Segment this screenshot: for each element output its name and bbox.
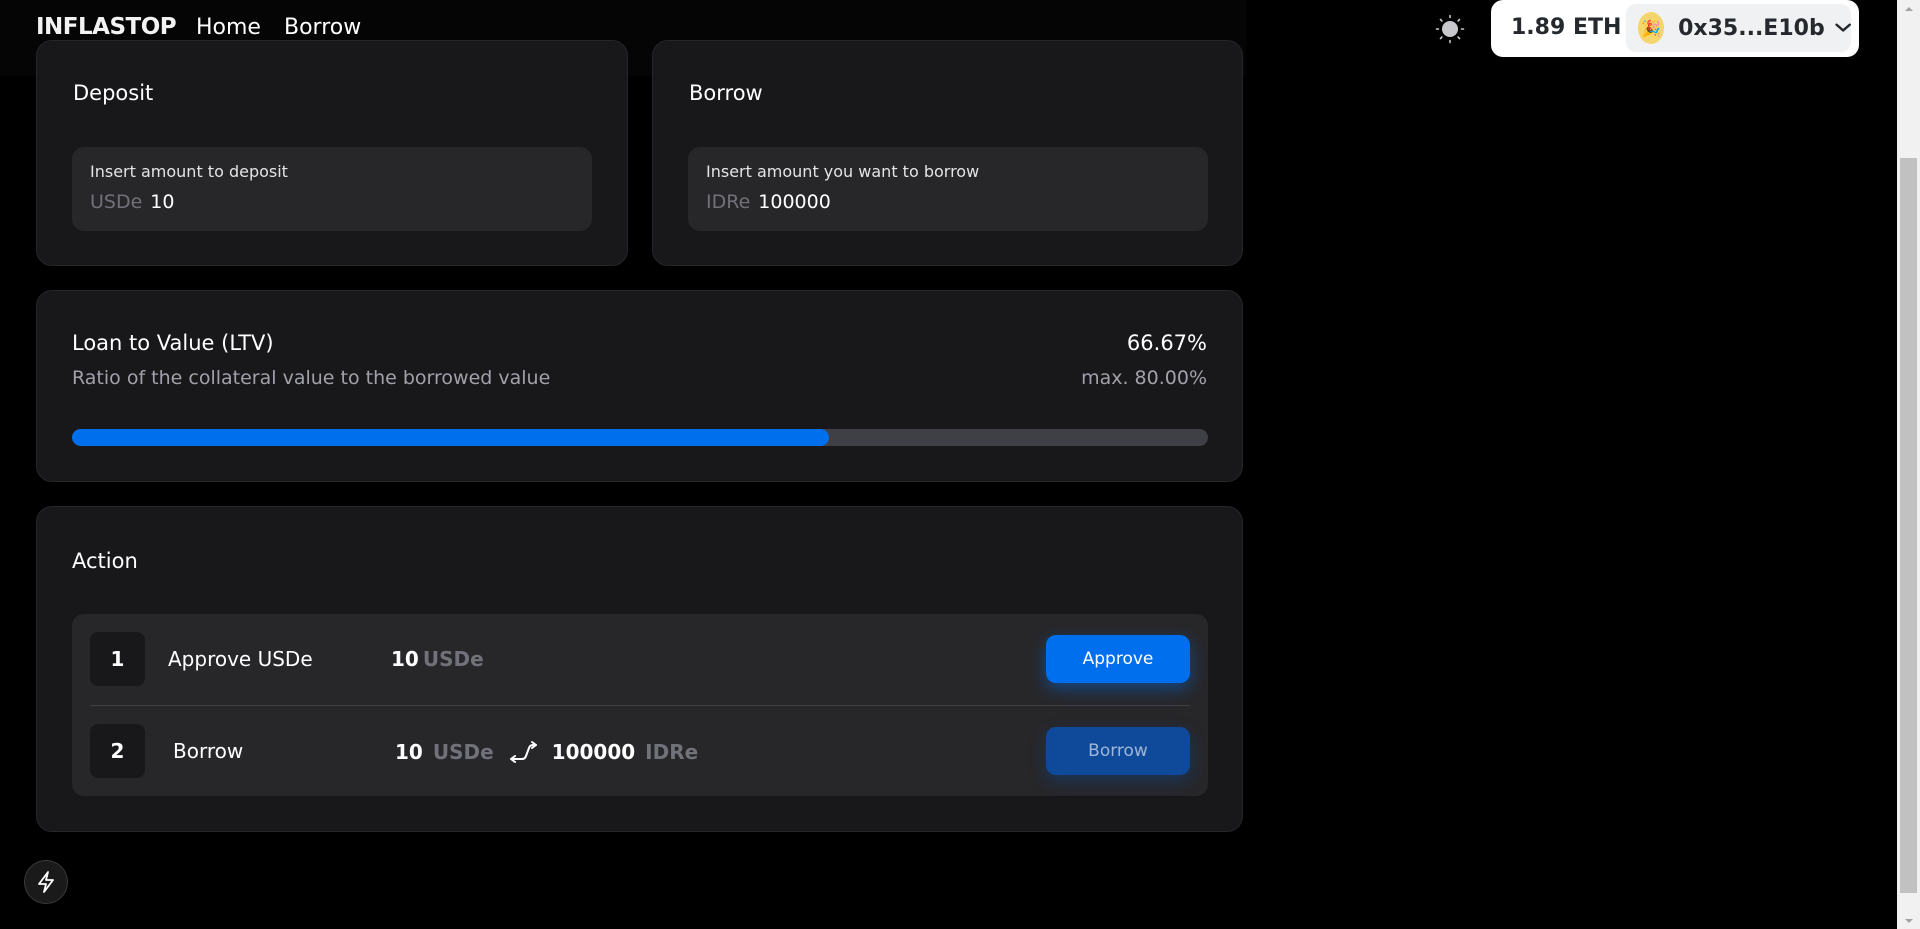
wallet-address: 0x35...E10b (1678, 15, 1825, 41)
step-label: Borrow (173, 739, 244, 763)
scroll-up-arrow[interactable] (1897, 0, 1920, 17)
scroll-down-arrow[interactable] (1897, 912, 1920, 929)
deposit-unit: USDe (90, 191, 143, 213)
ltv-value: 66.67% (1126, 331, 1207, 355)
deposit-amount-field[interactable]: 10 (150, 191, 174, 213)
wallet-balance[interactable]: 1.89 ETH (1511, 15, 1621, 40)
scroll-thumb[interactable] (1900, 158, 1917, 893)
sun-icon (1435, 14, 1465, 44)
deposit-input-label: Insert amount to deposit (90, 162, 288, 181)
action-card: Action 1 Approve USDe 10 USDe Approve 2 … (36, 506, 1243, 832)
borrow-to-amount: 100000 (551, 740, 636, 764)
borrow-from-amount: 10 (395, 740, 423, 764)
brand-logo[interactable]: INFLASTOP (36, 14, 177, 40)
approve-unit: USDe (422, 647, 484, 671)
ltv-progress-bar (72, 429, 1208, 446)
ltv-title: Loan to Value (LTV) (72, 331, 274, 355)
chevron-down-icon (1835, 23, 1851, 32)
action-title: Action (72, 549, 138, 573)
approve-button[interactable]: Approve (1046, 635, 1190, 683)
ltv-card: Loan to Value (LTV) Ratio of the collate… (36, 290, 1243, 482)
borrow-unit: IDRe (706, 191, 751, 213)
nav-link-home[interactable]: Home (196, 15, 261, 40)
borrow-card: Borrow Insert amount you want to borrow … (652, 40, 1243, 266)
deposit-title: Deposit (73, 81, 154, 105)
step-amount: 10 USDe (391, 647, 484, 671)
bolt-icon (38, 871, 54, 893)
approve-amount: 10 (391, 647, 419, 671)
nav-link-borrow[interactable]: Borrow (284, 15, 361, 40)
borrow-title: Borrow (689, 81, 763, 105)
step-number: 2 (90, 724, 145, 778)
deposit-input-box[interactable]: Insert amount to deposit USDe 10 (72, 147, 592, 231)
step-label: Approve USDe (168, 647, 313, 671)
wallet-widget: 1.89 ETH 🎉 0x35...E10b (1491, 0, 1859, 57)
ltv-subtitle: Ratio of the collateral value to the bor… (72, 367, 551, 389)
borrow-input-label: Insert amount you want to borrow (706, 162, 980, 181)
ltv-progress-fill (72, 429, 830, 446)
action-steps-list: 1 Approve USDe 10 USDe Approve 2 Borrow … (72, 614, 1208, 796)
borrow-amount-field[interactable]: 100000 (758, 191, 831, 213)
deposit-card: Deposit Insert amount to deposit USDe 10 (36, 40, 628, 266)
avatar: 🎉 (1638, 12, 1665, 44)
theme-toggle-button[interactable] (1434, 13, 1466, 45)
borrow-button[interactable]: Borrow (1046, 727, 1190, 775)
step-swap-amounts: 10 USDe 100000 IDRe (395, 739, 698, 765)
borrow-input-box[interactable]: Insert amount you want to borrow IDRe 10… (688, 147, 1208, 231)
borrow-from-unit: USDe (432, 740, 494, 764)
step-number: 1 (90, 632, 145, 686)
page-scrollbar[interactable] (1897, 0, 1920, 929)
step-borrow: 2 Borrow 10 USDe 100000 IDRe Borrow (72, 706, 1208, 796)
swap-icon (508, 739, 538, 765)
wallet-account-button[interactable]: 🎉 0x35...E10b (1626, 4, 1851, 52)
step-approve: 1 Approve USDe 10 USDe Approve (72, 614, 1208, 704)
bolt-button[interactable] (24, 860, 68, 904)
ltv-max: max. 80.00% (1081, 367, 1207, 389)
borrow-to-unit: IDRe (645, 740, 699, 764)
